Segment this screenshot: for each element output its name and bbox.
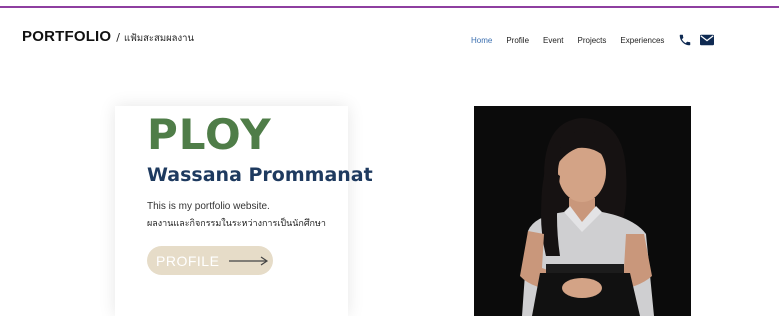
brand-separator: / [116,31,121,44]
nav-item-projects[interactable]: Projects [578,36,607,45]
nav-item-experiences[interactable]: Experiences [620,36,664,45]
profile-button-label: PROFILE [156,252,220,269]
intro-text-en: This is my portfolio website. [147,201,270,212]
profile-photo [474,106,691,316]
nickname-heading: PLOY [147,110,272,159]
main-nav: Home Profile Event Projects Experiences [471,33,722,47]
phone-icon[interactable] [678,33,692,47]
site-brand[interactable]: PORTFOLIO / แฟ้มสะสมผลงาน [22,28,194,46]
brand-subtitle: แฟ้มสะสมผลงาน [124,33,194,44]
nav-item-event[interactable]: Event [543,36,563,45]
arrow-right-icon [229,256,269,266]
top-accent-line [0,6,779,8]
brand-title: PORTFOLIO [22,28,112,45]
mail-icon[interactable] [700,33,715,47]
nav-item-profile[interactable]: Profile [506,36,529,45]
profile-button[interactable]: PROFILE [147,246,273,275]
intro-text-th: ผลงานและกิจกรรมในระหว่างการเป็นนักศึกษา [147,219,326,229]
nav-item-home[interactable]: Home [471,36,492,45]
full-name: Wassana Prommanat [147,164,373,186]
